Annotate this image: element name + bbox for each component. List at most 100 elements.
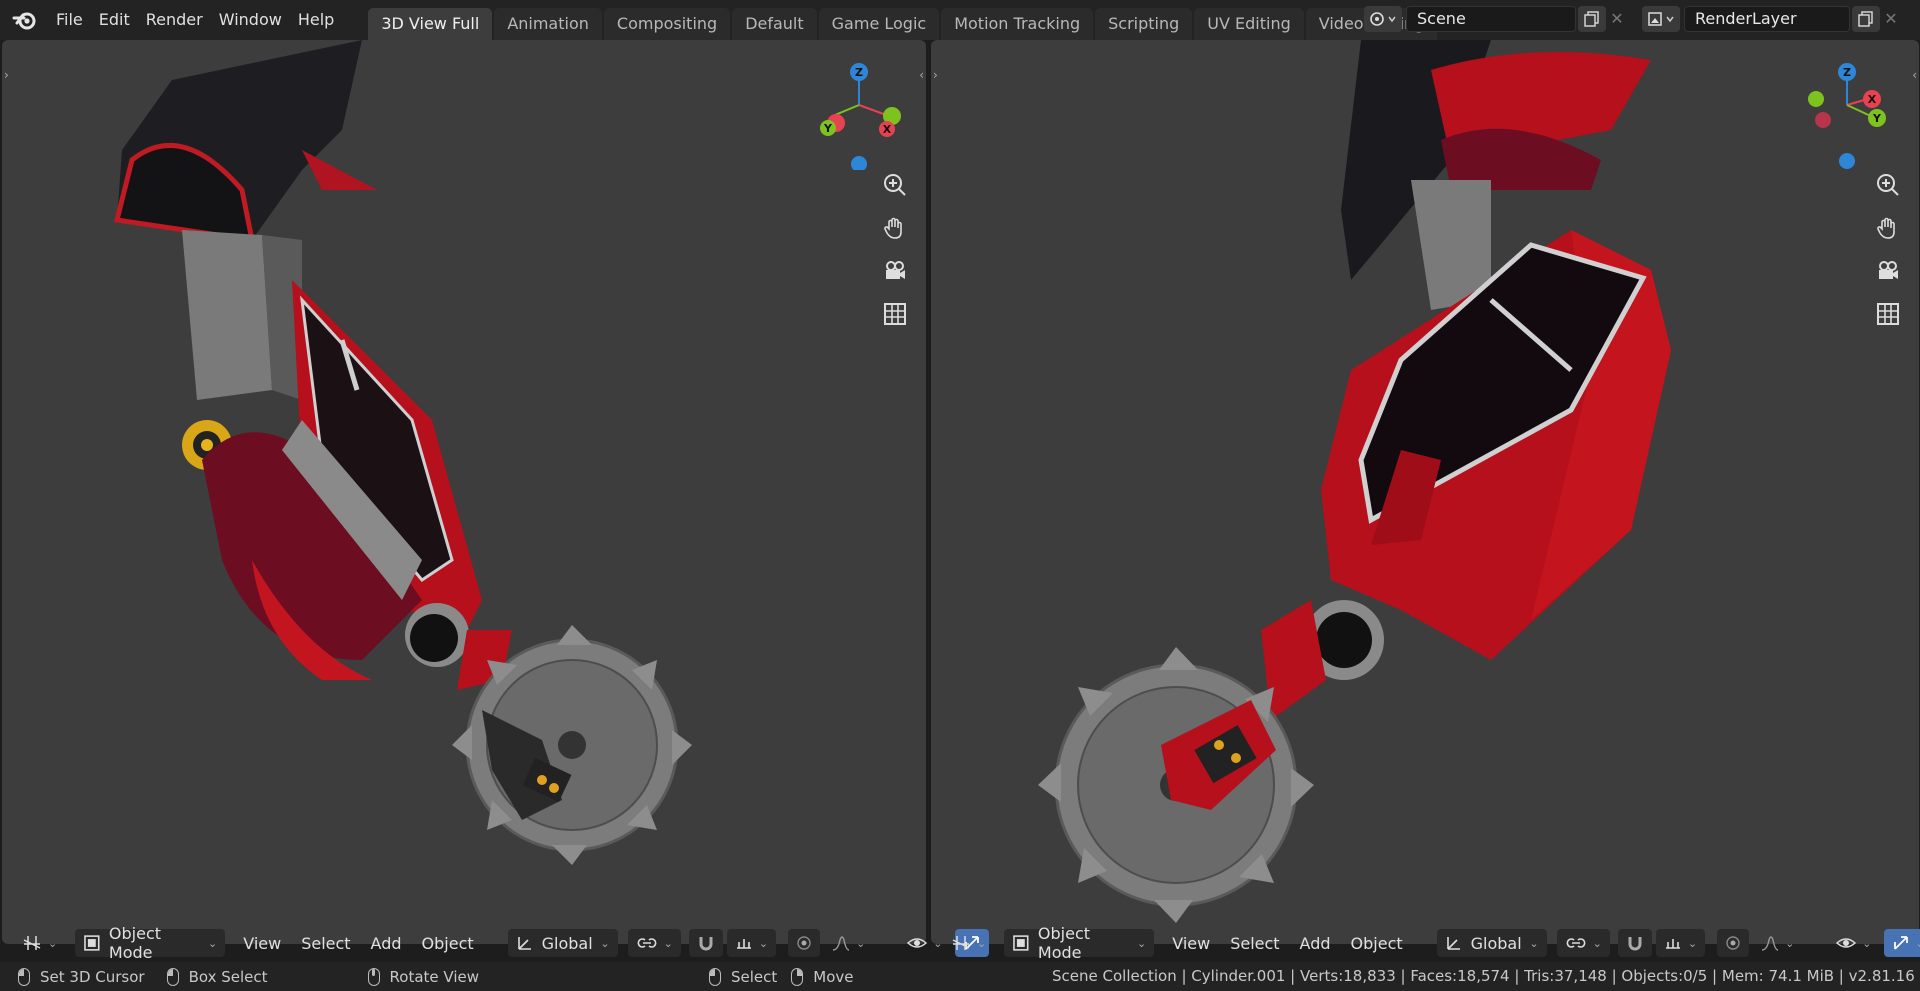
tab-scripting[interactable]: Scripting [1095, 8, 1193, 40]
menu-add[interactable]: Add [1292, 929, 1339, 957]
pivot-point-dropdown[interactable]: ⌄ [627, 929, 681, 957]
menu-select[interactable]: Select [293, 929, 358, 957]
viewport-left-header: ⌄ Object Mode ⌄ View Select Add Object Gl… [14, 924, 993, 962]
falloff-dropdown[interactable]: ⌄ [1753, 929, 1802, 957]
mode-dropdown[interactable]: Object Mode ⌄ [1004, 924, 1155, 962]
orientation-label: Global [1470, 933, 1522, 953]
tab-compositing[interactable]: Compositing [603, 8, 731, 40]
snap-target-dropdown[interactable]: ⌄ [726, 929, 777, 957]
svg-text:X: X [883, 123, 892, 136]
view-layer-browse-button[interactable] [1642, 6, 1680, 32]
new-scene-button[interactable] [1578, 6, 1606, 32]
delete-scene-button[interactable]: ✕ [1606, 6, 1628, 32]
pan-button[interactable] [878, 211, 912, 245]
menu-object[interactable]: Object [414, 929, 482, 957]
svg-text:Z: Z [1843, 66, 1851, 79]
scene-selector: Scene ✕ [1364, 6, 1628, 32]
pan-button[interactable] [1871, 211, 1905, 245]
mouse-drag-icon [166, 967, 179, 986]
zoom-icon [1877, 174, 1899, 196]
delete-view-layer-button[interactable]: ✕ [1880, 6, 1902, 32]
gizmo-toggle[interactable]: ⌄ [1883, 929, 1920, 957]
mouse-right-icon [791, 967, 804, 986]
tab-default[interactable]: Default [732, 8, 817, 40]
zoom-button[interactable] [878, 168, 912, 202]
tab-animation[interactable]: Animation [494, 8, 602, 40]
tab-uv-editing[interactable]: UV Editing [1194, 8, 1304, 40]
camera-view-button[interactable] [878, 254, 912, 288]
mech-arm-model-right[interactable] [931, 40, 1919, 944]
gizmo-neg-z-axis[interactable] [851, 156, 867, 170]
proportional-edit-toggle[interactable] [1717, 929, 1750, 957]
new-view-layer-button[interactable] [1852, 6, 1880, 32]
hint-set-3d-cursor: Set 3D Cursor [18, 967, 145, 986]
falloff-dropdown[interactable]: ⌄ [824, 929, 873, 957]
view-layer-name-field[interactable]: RenderLayer [1684, 6, 1850, 32]
camera-icon [1879, 261, 1898, 279]
scene-browse-button[interactable] [1364, 6, 1402, 32]
3d-axes-icon [23, 936, 41, 950]
snap-toggle[interactable] [1617, 929, 1652, 957]
view-layer-selector: RenderLayer ✕ [1642, 6, 1902, 32]
editor-type-button[interactable]: ⌄ [14, 929, 65, 957]
mode-dropdown[interactable]: Object Mode ⌄ [75, 924, 226, 962]
orientation-dropdown[interactable]: Global ⌄ [507, 929, 618, 957]
hint-rotate-view: Rotate View [367, 967, 479, 986]
magnet-icon [699, 937, 713, 951]
magnet-icon [1628, 937, 1642, 951]
scene-statistics: Scene Collection | Cylinder.001 | Verts:… [1052, 967, 1915, 985]
gizmo-neg-x-axis[interactable] [1815, 112, 1831, 128]
viewport-left[interactable]: › ‹ Z X Y [2, 40, 926, 944]
menu-file[interactable]: File [48, 0, 91, 40]
proportional-icon [797, 936, 811, 950]
svg-text:Y: Y [823, 122, 833, 135]
workspace-tabs: 3D View Full Animation Compositing Defau… [368, 0, 1465, 40]
hint-box-select: Box Select [166, 967, 268, 986]
tab-motion-tracking[interactable]: Motion Tracking [941, 8, 1094, 40]
mouse-left-icon [709, 967, 721, 986]
hint-select: Select [709, 967, 777, 986]
navigation-gizmo[interactable]: Z X Y [804, 50, 914, 170]
svg-text:Z: Z [855, 66, 863, 79]
viewport-right[interactable]: › ‹ Z X Y [931, 40, 1919, 944]
proportional-edit-toggle[interactable] [788, 929, 821, 957]
menu-help[interactable]: Help [290, 0, 342, 40]
camera-view-button[interactable] [1871, 254, 1905, 288]
menu-window[interactable]: Window [211, 0, 290, 40]
menu-add[interactable]: Add [363, 929, 410, 957]
ortho-toggle-button[interactable] [878, 297, 912, 331]
snap-target-dropdown[interactable]: ⌄ [1655, 929, 1706, 957]
menu-object[interactable]: Object [1343, 929, 1411, 957]
tab-3d-view-full[interactable]: 3D View Full [368, 8, 493, 40]
navigation-gizmo[interactable]: Z X Y [1791, 50, 1901, 170]
menu-view[interactable]: View [1164, 929, 1218, 957]
scene-name-field[interactable]: Scene [1406, 6, 1576, 32]
blender-logo-icon[interactable] [12, 7, 38, 33]
menu-view[interactable]: View [235, 929, 289, 957]
orientation-label: Global [541, 933, 593, 953]
orientation-dropdown[interactable]: Global ⌄ [1436, 929, 1547, 957]
link-icon [1566, 938, 1586, 948]
ortho-toggle-button[interactable] [1871, 297, 1905, 331]
snap-increment-icon [736, 939, 751, 949]
zoom-button[interactable] [1871, 168, 1905, 202]
editor-type-button[interactable]: ⌄ [943, 929, 994, 957]
pivot-point-dropdown[interactable]: ⌄ [1556, 929, 1610, 957]
visibility-dropdown[interactable]: ⌄ [1828, 929, 1879, 957]
menu-edit[interactable]: Edit [91, 0, 138, 40]
camera-icon [886, 261, 905, 279]
tab-game-logic[interactable]: Game Logic [818, 8, 940, 40]
object-mode-icon [1013, 935, 1029, 951]
snap-toggle[interactable] [688, 929, 723, 957]
link-icon [637, 938, 657, 948]
hand-icon [1877, 217, 1895, 239]
copy-icon [1584, 11, 1599, 27]
menu-render[interactable]: Render [138, 0, 211, 40]
gizmo-neg-y-axis[interactable] [1808, 91, 1824, 107]
gizmo-neg-z-axis[interactable] [1839, 153, 1855, 169]
snap-increment-icon [1665, 939, 1680, 949]
mech-arm-model-left[interactable] [2, 40, 926, 944]
eye-icon [907, 938, 928, 948]
viewport-right-header: ⌄ Object Mode ⌄ View Select Add Object Gl… [943, 924, 1920, 962]
menu-select[interactable]: Select [1222, 929, 1287, 957]
